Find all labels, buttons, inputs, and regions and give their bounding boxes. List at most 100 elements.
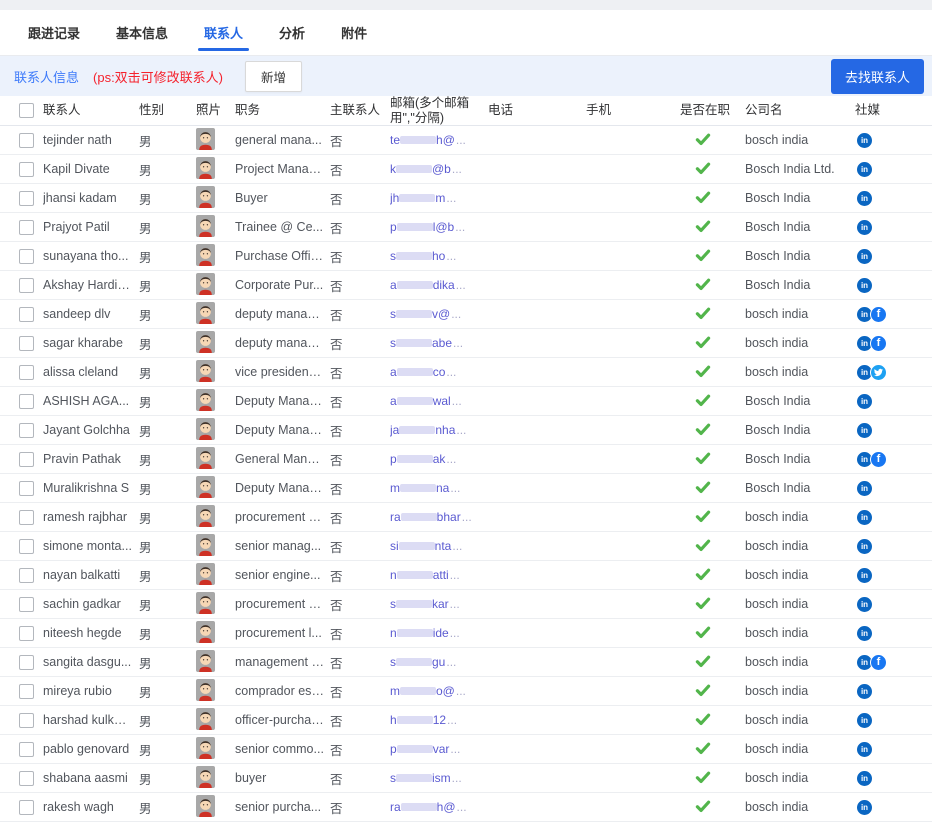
table-row[interactable]: simone monta... 男 senior manag... 否 <box>0 532 932 561</box>
table-row[interactable]: Kapil Divate 男 Project Manag... 否 k <box>0 155 932 184</box>
email-link[interactable]: natti <box>390 568 449 582</box>
contact-photo[interactable] <box>196 447 215 469</box>
row-checkbox[interactable] <box>19 568 34 583</box>
linkedin-icon[interactable]: in <box>857 771 872 786</box>
contact-photo[interactable] <box>196 157 215 179</box>
find-contacts-button[interactable]: 去找联系人 <box>831 59 924 94</box>
contact-photo[interactable] <box>196 273 215 295</box>
email-link[interactable]: skar <box>390 597 449 611</box>
contact-photo[interactable] <box>196 476 215 498</box>
linkedin-icon[interactable]: in <box>857 220 872 235</box>
contact-photo[interactable] <box>196 766 215 788</box>
table-row[interactable]: ASHISH AGA... 男 Deputy Manager 否 aw <box>0 387 932 416</box>
contact-photo[interactable] <box>196 795 215 817</box>
email-link[interactable]: aco <box>390 365 445 379</box>
email-link[interactable]: adika <box>390 278 455 292</box>
email-link[interactable]: k@b <box>390 162 451 176</box>
facebook-icon[interactable]: f <box>870 335 887 352</box>
table-row[interactable]: shabana aasmi 男 buyer 否 sism... <box>0 764 932 793</box>
email-link[interactable]: teh@ <box>390 133 455 147</box>
contact-photo[interactable] <box>196 505 215 527</box>
table-row[interactable]: rakesh wagh 男 senior purcha... 否 ra <box>0 793 932 822</box>
row-checkbox[interactable] <box>19 394 34 409</box>
linkedin-icon[interactable]: in <box>857 684 872 699</box>
contact-photo[interactable] <box>196 534 215 556</box>
email-link[interactable]: jhm <box>390 191 445 205</box>
contact-photo[interactable] <box>196 215 215 237</box>
row-checkbox[interactable] <box>19 133 34 148</box>
contact-photo[interactable] <box>196 737 215 759</box>
facebook-icon[interactable]: f <box>870 306 887 323</box>
tab-3[interactable]: 联系人 <box>202 19 245 46</box>
row-checkbox[interactable] <box>19 220 34 235</box>
email-link[interactable]: pl@b <box>390 220 454 234</box>
tab-4[interactable]: 分析 <box>277 19 307 46</box>
linkedin-icon[interactable]: in <box>857 133 872 148</box>
contact-photo[interactable] <box>196 360 215 382</box>
table-row[interactable]: jhansi kadam 男 Buyer 否 jhm... <box>0 184 932 213</box>
table-row[interactable]: niteesh hegde 男 procurement l... 否 <box>0 619 932 648</box>
email-link[interactable]: mna <box>390 481 449 495</box>
row-checkbox[interactable] <box>19 249 34 264</box>
email-link[interactable]: awal <box>390 394 451 408</box>
email-link[interactable]: janha <box>390 423 455 437</box>
row-checkbox[interactable] <box>19 713 34 728</box>
email-link[interactable]: rah@ <box>390 800 456 814</box>
facebook-icon[interactable]: f <box>870 654 887 671</box>
table-row[interactable]: Jayant Golchha 男 Deputy Manager 否 j <box>0 416 932 445</box>
row-checkbox[interactable] <box>19 452 34 467</box>
contact-photo[interactable] <box>196 418 215 440</box>
linkedin-icon[interactable]: in <box>857 800 872 815</box>
linkedin-icon[interactable]: in <box>857 742 872 757</box>
linkedin-icon[interactable]: in <box>857 597 872 612</box>
linkedin-icon[interactable]: in <box>857 713 872 728</box>
contact-photo[interactable] <box>196 331 215 353</box>
email-link[interactable]: nide <box>390 626 449 640</box>
table-row[interactable]: sachin gadkar 男 procurement a... 否 <box>0 590 932 619</box>
email-link[interactable]: sism <box>390 771 451 785</box>
table-row[interactable]: sunayana tho... 男 Purchase Officer 否 <box>0 242 932 271</box>
table-row[interactable]: alissa cleland 男 vice president,... 否 <box>0 358 932 387</box>
table-row[interactable]: sagar kharabe 男 deputy manager 否 sa <box>0 329 932 358</box>
row-checkbox[interactable] <box>19 597 34 612</box>
email-link[interactable]: pvar <box>390 742 449 756</box>
linkedin-icon[interactable]: in <box>857 162 872 177</box>
row-checkbox[interactable] <box>19 539 34 554</box>
contact-photo[interactable] <box>196 389 215 411</box>
email-link[interactable]: sinta <box>390 539 451 553</box>
table-row[interactable]: nayan balkatti 男 senior engine... 否 <box>0 561 932 590</box>
row-checkbox[interactable] <box>19 771 34 786</box>
email-link[interactable]: h12 <box>390 713 446 727</box>
row-checkbox[interactable] <box>19 278 34 293</box>
row-checkbox[interactable] <box>19 365 34 380</box>
row-checkbox[interactable] <box>19 626 34 641</box>
table-row[interactable]: pablo genovard 男 senior commo... 否 <box>0 735 932 764</box>
linkedin-icon[interactable]: in <box>857 568 872 583</box>
table-row[interactable]: harshad kulkarni 男 officer-purchase 否 <box>0 706 932 735</box>
row-checkbox[interactable] <box>19 481 34 496</box>
table-row[interactable]: ramesh rajbhar 男 procurement a... 否 <box>0 503 932 532</box>
row-checkbox[interactable] <box>19 655 34 670</box>
linkedin-icon[interactable]: in <box>857 539 872 554</box>
facebook-icon[interactable]: f <box>870 451 887 468</box>
linkedin-icon[interactable]: in <box>857 481 872 496</box>
contact-photo[interactable] <box>196 621 215 643</box>
row-checkbox[interactable] <box>19 510 34 525</box>
row-checkbox[interactable] <box>19 191 34 206</box>
table-row[interactable]: Muralikrishna S 男 Deputy Manager 否 <box>0 474 932 503</box>
table-row[interactable]: Prajyot Patil 男 Trainee @ Ce... 否 p <box>0 213 932 242</box>
email-link[interactable]: rabhar <box>390 510 461 524</box>
linkedin-icon[interactable]: in <box>857 423 872 438</box>
linkedin-icon[interactable]: in <box>857 510 872 525</box>
row-checkbox[interactable] <box>19 162 34 177</box>
contact-photo[interactable] <box>196 708 215 730</box>
table-row[interactable]: mireya rubio 男 comprador est... 否 m <box>0 677 932 706</box>
row-checkbox[interactable] <box>19 742 34 757</box>
contact-photo[interactable] <box>196 186 215 208</box>
contact-photo[interactable] <box>196 592 215 614</box>
tab-2[interactable]: 基本信息 <box>114 19 170 46</box>
linkedin-icon[interactable]: in <box>857 191 872 206</box>
contact-photo[interactable] <box>196 302 215 324</box>
contact-photo[interactable] <box>196 679 215 701</box>
table-row[interactable]: Akshay Hardikar 男 Corporate Pur... 否 <box>0 271 932 300</box>
